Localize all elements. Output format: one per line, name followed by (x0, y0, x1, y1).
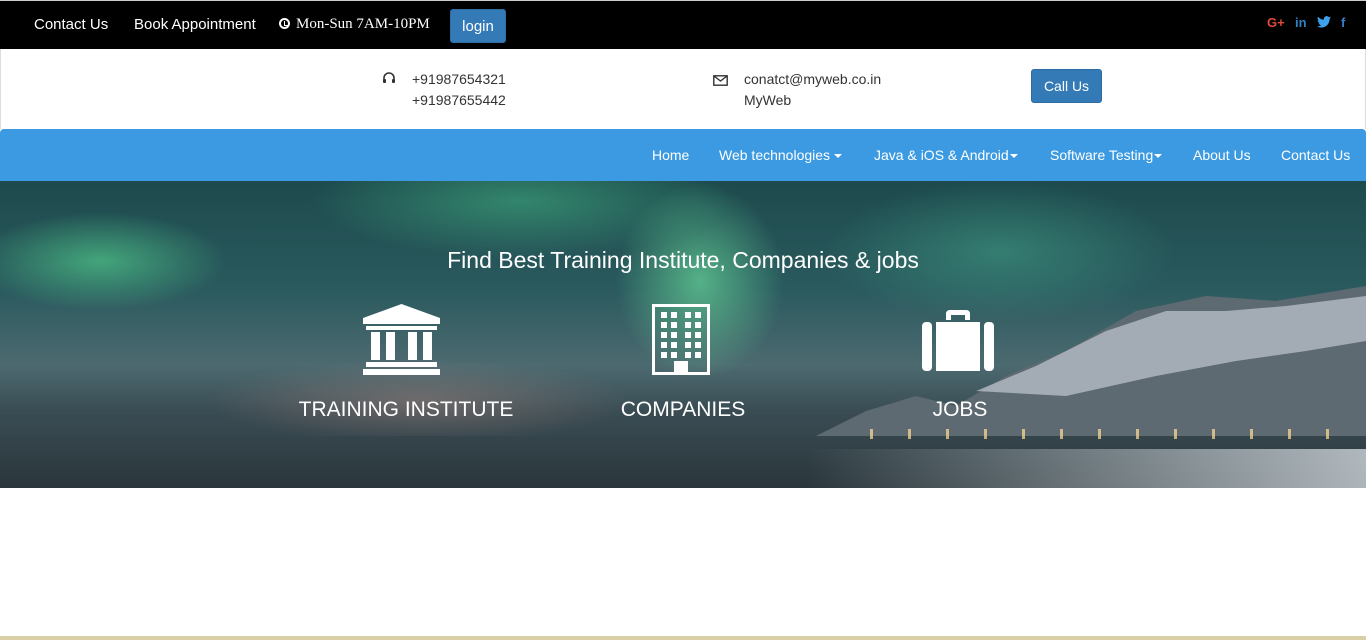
bottom-divider (0, 636, 1366, 640)
envelope-icon (713, 73, 728, 91)
google-plus-icon[interactable]: G+ (1267, 15, 1285, 30)
nav-about-us[interactable]: About Us (1193, 147, 1251, 163)
hero-banner: Find Best Training Institute, Companies … (0, 181, 1366, 488)
nav-home[interactable]: Home (652, 147, 689, 163)
town-lights (870, 429, 1350, 439)
phone-number-2: +91987655442 (412, 92, 506, 108)
linkedin-icon[interactable]: in (1295, 15, 1307, 30)
building-icon[interactable] (652, 304, 710, 380)
top-contact-link[interactable]: Contact Us (34, 16, 108, 33)
snow-shore (806, 449, 1366, 488)
caret-down-icon (1009, 154, 1018, 159)
book-appointment-link[interactable]: Book Appointment (134, 16, 256, 33)
clock-icon (279, 18, 290, 29)
nav-web-technologies-label: Web technologies (719, 147, 831, 163)
twitter-icon[interactable] (1317, 16, 1331, 31)
call-us-button[interactable]: Call Us (1031, 69, 1102, 103)
nav-contact-us[interactable]: Contact Us (1281, 147, 1350, 163)
category-jobs[interactable]: JOBS (860, 398, 1060, 422)
nav-java-ios-android[interactable]: Java & iOS & Android (874, 147, 1018, 163)
nav-software-testing-label: Software Testing (1050, 147, 1154, 163)
top-bar: Contact Us Book Appointment Mon-Sun 7AM-… (0, 0, 1366, 49)
nav-java-ios-android-label: Java & iOS & Android (874, 147, 1009, 163)
category-training-institute[interactable]: TRAINING INSTITUTE (286, 398, 526, 422)
category-companies[interactable]: COMPANIES (583, 398, 783, 422)
briefcase-icon[interactable] (922, 310, 994, 376)
email-address[interactable]: conatct@myweb.co.in (744, 71, 881, 87)
institution-icon[interactable] (363, 304, 440, 381)
main-nav: Home Web technologies Java & iOS & Andro… (0, 129, 1366, 181)
nav-software-testing[interactable]: Software Testing (1050, 147, 1163, 163)
contact-bar: +91987654321 +91987655442 conatct@myweb.… (0, 49, 1366, 129)
business-hours: Mon-Sun 7AM-10PM (279, 16, 430, 33)
facebook-icon[interactable]: f (1341, 15, 1345, 30)
hours-text: Mon-Sun 7AM-10PM (296, 16, 430, 32)
headset-icon (382, 71, 396, 89)
phone-number-1: +91987654321 (412, 71, 506, 87)
hero-title: Find Best Training Institute, Companies … (447, 247, 919, 273)
nav-web-technologies[interactable]: Web technologies (719, 147, 843, 163)
caret-down-icon (834, 154, 843, 159)
site-name: MyWeb (744, 92, 792, 108)
caret-down-icon (1154, 154, 1163, 159)
login-button[interactable]: login (450, 9, 506, 43)
